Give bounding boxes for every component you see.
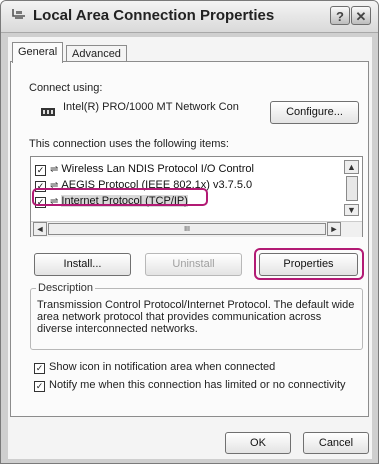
cancel-button[interactable]: Cancel [303,432,369,454]
window-title: Local Area Connection Properties [33,7,275,24]
ok-button[interactable]: OK [225,432,291,454]
properties-window: Local Area Connection Properties ? ✕ Gen… [0,0,379,464]
help-icon: ? [336,9,344,24]
adapter-name: Intel(R) PRO/1000 MT Network Con [63,101,239,113]
show-icon-label: Show icon in notification area when conn… [49,361,276,373]
tab-general[interactable]: General [12,42,64,63]
notify-checkbox[interactable]: ✓ [34,381,45,392]
scroll-left-button[interactable]: ◄ [33,222,47,236]
scroll-down-button[interactable]: ▼ [344,204,359,216]
list-item-checkbox[interactable]: ✓ [35,165,46,176]
show-icon-checkbox[interactable]: ✓ [34,363,45,374]
list-item-label: Wireless Lan NDIS Protocol I/O Control [61,163,254,175]
notify-label: Notify me when this connection has limit… [49,379,346,391]
configure-button[interactable]: Configure... [270,101,359,124]
list-item[interactable]: ✓ ⇌ Wireless Lan NDIS Protocol I/O Control [35,163,254,178]
tab-advanced[interactable]: Advanced [66,45,127,62]
properties-highlight-outline [254,248,364,280]
items-label: This connection uses the following items… [29,138,229,150]
vertical-scroll-thumb[interactable] [346,176,358,201]
install-button[interactable]: Install... [34,253,131,276]
scroll-right-button[interactable]: ► [327,222,341,236]
close-button[interactable]: ✕ [351,6,371,25]
notify-option[interactable]: ✓ Notify me when this connection has limi… [34,379,346,392]
protocol-icon: ⇌ [50,164,59,175]
show-icon-option[interactable]: ✓ Show icon in notification area when con… [34,361,275,374]
description-text: Transmission Control Protocol/Internet P… [37,299,355,335]
tcpip-highlight-outline [32,188,208,206]
horizontal-scroll-thumb[interactable]: III [48,223,326,235]
network-adapter-icon [41,104,55,116]
tab-advanced-label: Advanced [72,48,121,60]
network-connection-icon [11,7,27,26]
scroll-up-button[interactable]: ▲ [344,160,359,174]
help-button[interactable]: ? [330,6,350,25]
description-label: Description [36,282,96,294]
close-icon: ✕ [355,9,367,24]
scroll-grip: III [184,226,190,233]
tab-general-label: General [18,46,58,58]
title-bar[interactable]: Local Area Connection Properties ? ✕ [1,1,378,33]
connect-using-label: Connect using: [29,82,103,94]
uninstall-button[interactable]: Uninstall [145,253,242,276]
